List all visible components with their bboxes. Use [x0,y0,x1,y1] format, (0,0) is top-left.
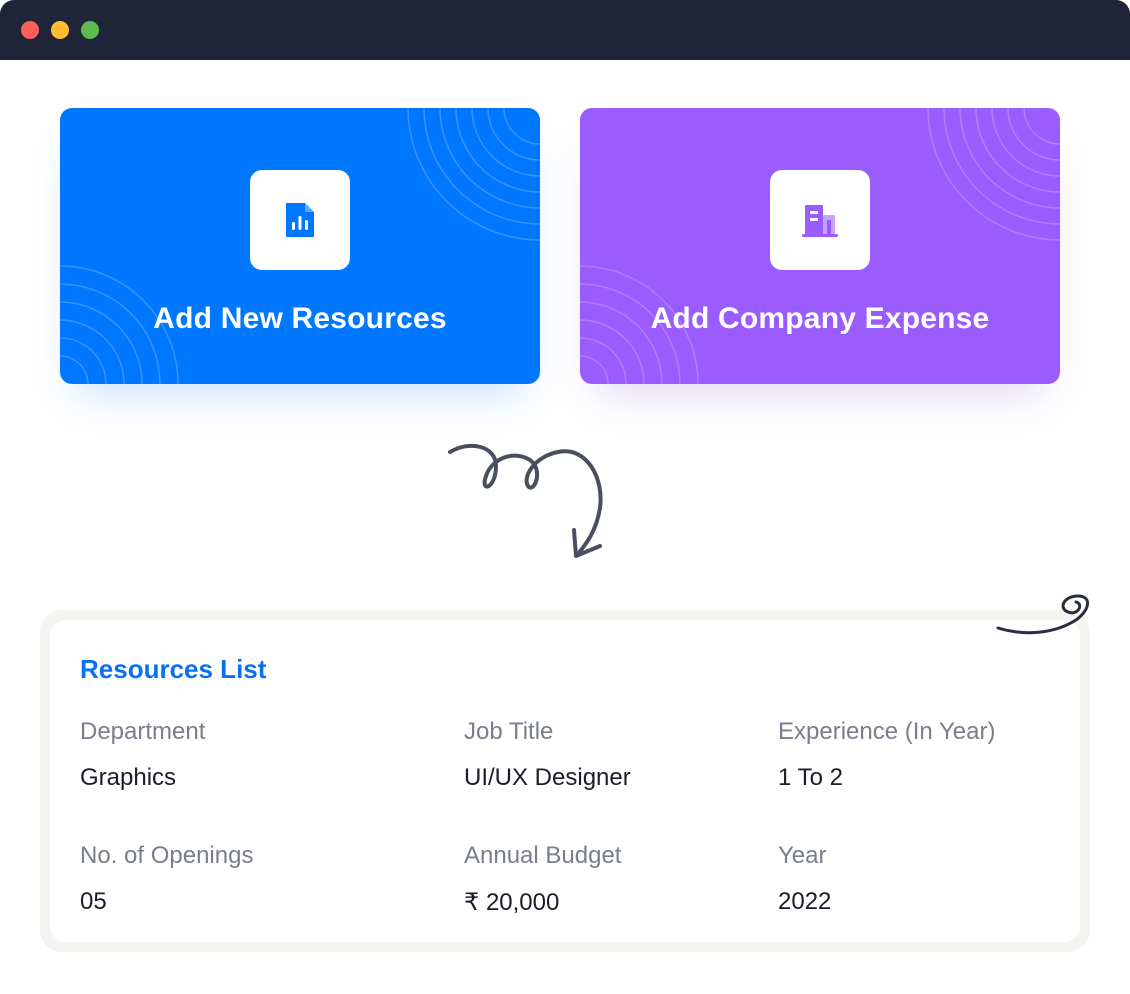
card-icon-box [250,170,350,270]
app-window: Add New Resources Add Company Expense Re… [0,0,1130,994]
add-new-resources-card[interactable]: Add New Resources [60,108,540,384]
experience-label: Experience (In Year) [778,718,996,745]
swirl-decoration-icon [996,594,1089,635]
maximize-window-button[interactable] [81,21,99,39]
report-file-icon [286,203,314,237]
add-new-resources-label: Add New Resources [153,302,447,335]
year-value: 2022 [778,888,832,915]
openings-label: No. of Openings [80,842,254,869]
card-icon-box [770,170,870,270]
window-titlebar [0,0,1130,60]
job-title-value: UI/UX Designer [464,764,631,791]
department-value: Graphics [80,764,177,791]
close-window-button[interactable] [21,21,39,39]
year-label: Year [778,842,827,869]
resources-list-card: Resources List Department Graphics Job T… [50,620,1080,942]
annual-budget-value: ₹ 20,000 [464,889,560,916]
add-company-expense-card[interactable]: Add Company Expense [580,108,1060,384]
resources-list-title: Resources List [80,654,267,684]
experience-value: 1 To 2 [778,764,843,791]
add-company-expense-label: Add Company Expense [650,302,990,335]
annual-budget-label: Annual Budget [464,842,622,869]
curly-arrow-icon [448,443,603,558]
openings-value: 05 [80,888,107,915]
department-label: Department [80,718,206,745]
building-icon [802,205,838,237]
job-title-label: Job Title [464,718,554,745]
minimize-window-button[interactable] [51,21,69,39]
resources-list-panel: Resources List Department Graphics Job T… [40,610,1090,952]
